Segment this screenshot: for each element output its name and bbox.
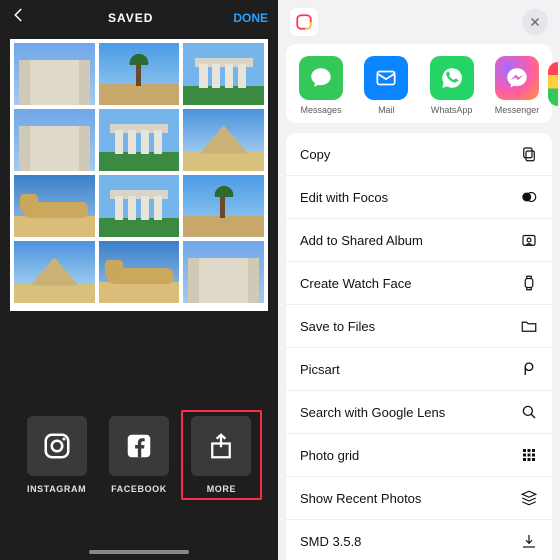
search-icon bbox=[520, 403, 538, 421]
collage-tile bbox=[183, 109, 264, 171]
action-label: Add to Shared Album bbox=[300, 233, 423, 248]
instagram-icon bbox=[42, 431, 72, 461]
share-facebook[interactable]: FACEBOOK bbox=[98, 416, 179, 500]
sheet-header bbox=[278, 0, 560, 44]
action-label: Save to Files bbox=[300, 319, 375, 334]
action-google-lens[interactable]: Search with Google Lens bbox=[286, 391, 552, 434]
share-label: MORE bbox=[207, 484, 236, 494]
collage-tile bbox=[14, 109, 95, 171]
share-row: INSTAGRAM FACEBOOK MORE bbox=[0, 404, 278, 560]
collage-tile bbox=[183, 241, 264, 303]
focos-icon bbox=[520, 188, 538, 206]
collage-tile bbox=[183, 175, 264, 237]
action-photo-grid[interactable]: Photo grid bbox=[286, 434, 552, 477]
picsart-icon bbox=[520, 360, 538, 378]
share-app-mail[interactable]: Mail bbox=[357, 56, 415, 115]
app-label: Messenger bbox=[495, 105, 540, 115]
action-label: Copy bbox=[300, 147, 330, 162]
collage-preview bbox=[10, 39, 268, 311]
action-label: Picsart bbox=[300, 362, 340, 377]
header-title: SAVED bbox=[108, 11, 153, 25]
editor-header: SAVED DONE bbox=[0, 0, 278, 39]
collage-tile bbox=[99, 175, 180, 237]
copy-icon bbox=[520, 145, 538, 163]
share-label: INSTAGRAM bbox=[27, 484, 86, 494]
mail-icon bbox=[364, 56, 408, 100]
share-icon bbox=[206, 431, 236, 461]
action-picsart[interactable]: Picsart bbox=[286, 348, 552, 391]
share-sheet-pane: Messages Mail WhatsApp Messenger Copy bbox=[278, 0, 560, 560]
shared-album-icon bbox=[520, 231, 538, 249]
share-app-messenger[interactable]: Messenger bbox=[488, 56, 546, 115]
grid-icon bbox=[520, 446, 538, 464]
action-smd[interactable]: SMD 3.5.8 bbox=[286, 520, 552, 560]
whatsapp-icon bbox=[430, 56, 474, 100]
share-apps-row: Messages Mail WhatsApp Messenger bbox=[286, 44, 552, 123]
collage-tile bbox=[99, 43, 180, 105]
action-save-files[interactable]: Save to Files bbox=[286, 305, 552, 348]
actions-list: Copy Edit with Focos Add to Shared Album… bbox=[286, 133, 552, 560]
done-button[interactable]: DONE bbox=[233, 11, 268, 25]
action-shared-album[interactable]: Add to Shared Album bbox=[286, 219, 552, 262]
collage-tile bbox=[99, 241, 180, 303]
action-copy[interactable]: Copy bbox=[286, 133, 552, 176]
app-label: WhatsApp bbox=[431, 105, 473, 115]
action-label: Show Recent Photos bbox=[300, 491, 421, 506]
share-app-messages[interactable]: Messages bbox=[292, 56, 350, 115]
close-icon bbox=[529, 16, 541, 28]
share-instagram[interactable]: INSTAGRAM bbox=[16, 416, 97, 500]
share-label: FACEBOOK bbox=[111, 484, 167, 494]
home-indicator[interactable] bbox=[89, 550, 189, 554]
action-label: Edit with Focos bbox=[300, 190, 388, 205]
stack-icon bbox=[520, 489, 538, 507]
messages-icon bbox=[299, 56, 343, 100]
collage-tile bbox=[14, 43, 95, 105]
messenger-icon bbox=[495, 56, 539, 100]
close-button[interactable] bbox=[522, 9, 548, 35]
share-more[interactable]: MORE bbox=[181, 410, 262, 500]
back-icon[interactable] bbox=[10, 6, 28, 29]
editor-pane: SAVED DONE INSTAGRAM bbox=[0, 0, 278, 560]
download-icon bbox=[520, 532, 538, 550]
action-label: Search with Google Lens bbox=[300, 405, 445, 420]
collage-tile bbox=[183, 43, 264, 105]
collage-tile bbox=[14, 241, 95, 303]
share-app-whatsapp[interactable]: WhatsApp bbox=[423, 56, 481, 115]
app-label: Mail bbox=[378, 105, 395, 115]
action-watch-face[interactable]: Create Watch Face bbox=[286, 262, 552, 305]
collage-tile bbox=[99, 109, 180, 171]
action-label: SMD 3.5.8 bbox=[300, 534, 361, 549]
action-recent-photos[interactable]: Show Recent Photos bbox=[286, 477, 552, 520]
action-label: Create Watch Face bbox=[300, 276, 412, 291]
collage-tile bbox=[14, 175, 95, 237]
action-label: Photo grid bbox=[300, 448, 359, 463]
folder-icon bbox=[520, 317, 538, 335]
more-apps-peek[interactable] bbox=[548, 62, 558, 106]
facebook-icon bbox=[124, 431, 154, 461]
watch-icon bbox=[520, 274, 538, 292]
action-edit-focos[interactable]: Edit with Focos bbox=[286, 176, 552, 219]
source-app-icon[interactable] bbox=[290, 8, 318, 36]
app-label: Messages bbox=[300, 105, 341, 115]
